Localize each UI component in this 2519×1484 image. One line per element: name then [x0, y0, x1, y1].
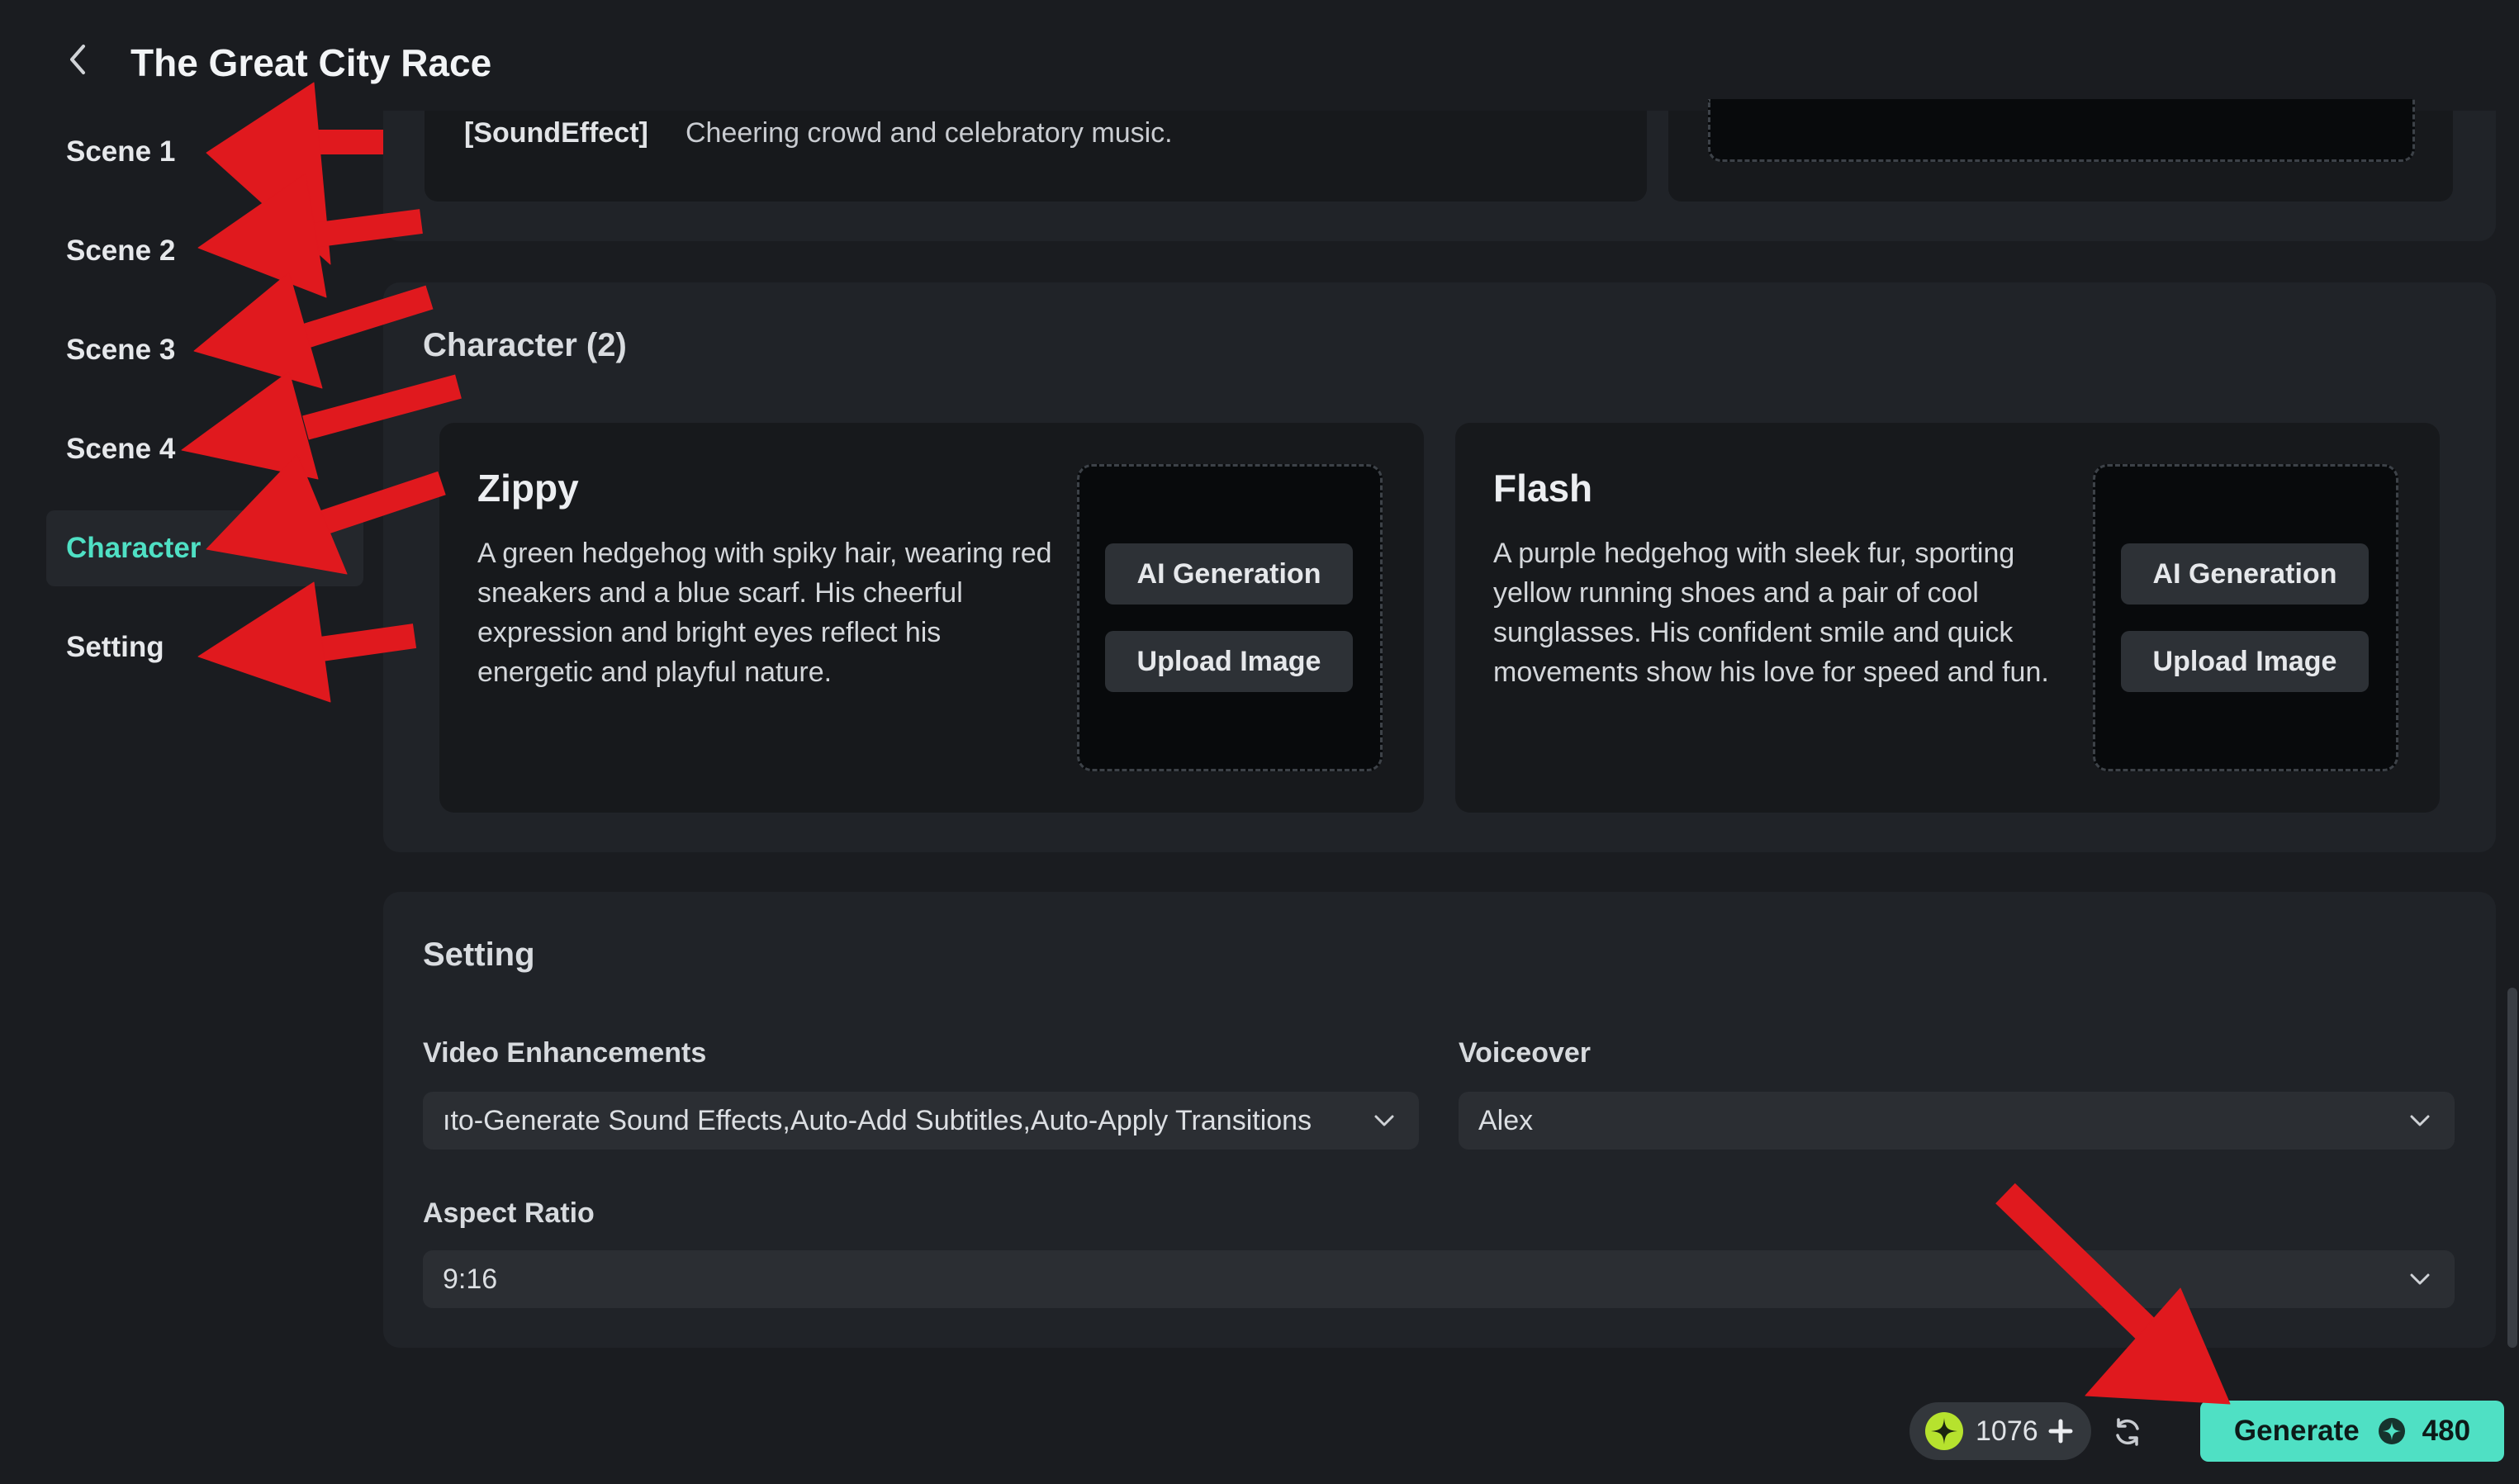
sidebar-item-label: Scene 1	[66, 135, 176, 168]
character-description: A purple hedgehog with sleek fur, sporti…	[1493, 538, 2049, 688]
character-description: A green hedgehog with spiky hair, wearin…	[477, 538, 1052, 688]
chevron-down-icon	[2405, 1264, 2435, 1294]
setting-section-title: Setting	[423, 936, 535, 973]
chevron-down-icon	[1369, 1106, 1399, 1136]
generate-cost: 480	[2422, 1415, 2471, 1447]
sound-effect-text: Cheering crowd and celebratory music.	[685, 117, 1173, 149]
sound-effect-tag: [SoundEffect]	[464, 117, 648, 149]
sidebar-item-scene-1[interactable]: Scene 1	[46, 114, 363, 190]
refresh-button[interactable]	[2109, 1414, 2146, 1450]
scene-image-dropzone[interactable]	[1708, 99, 2415, 162]
scrollbar[interactable]	[2507, 988, 2517, 1348]
sidebar-item-scene-4[interactable]: Scene 4	[46, 411, 363, 487]
sidebar-item-scene-2[interactable]: Scene 2	[46, 213, 363, 289]
sidebar-item-label: Character	[66, 532, 202, 564]
credits-count: 1076	[1976, 1415, 2038, 1447]
video-enhancements-value: ıto-Generate Sound Effects,Auto-Add Subt…	[443, 1104, 1312, 1136]
upload-image-button[interactable]: Upload Image	[2121, 631, 2369, 692]
chevron-down-icon	[2405, 1106, 2435, 1136]
upload-image-button[interactable]: Upload Image	[1105, 631, 1353, 692]
voiceover-label: Voiceover	[1459, 1037, 1592, 1069]
aspect-ratio-label: Aspect Ratio	[423, 1197, 595, 1229]
sidebar-item-scene-3[interactable]: Scene 3	[46, 312, 363, 388]
video-enhancements-select[interactable]: ıto-Generate Sound Effects,Auto-Add Subt…	[423, 1092, 1419, 1150]
ai-generation-button[interactable]: AI Generation	[2121, 543, 2369, 605]
aspect-ratio-value: 9:16	[443, 1263, 498, 1295]
character-name: Flash	[1493, 467, 1593, 510]
aspect-ratio-select[interactable]: 9:16	[423, 1250, 2455, 1308]
voiceover-value: Alex	[1478, 1104, 1534, 1136]
ai-generation-button[interactable]: AI Generation	[1105, 543, 1353, 605]
video-enhancements-label: Video Enhancements	[423, 1037, 707, 1069]
sidebar-item-label: Scene 4	[66, 433, 176, 465]
character-name: Zippy	[477, 467, 579, 510]
sidebar-item-setting[interactable]: Setting	[46, 609, 363, 685]
coin-icon	[2378, 1417, 2406, 1445]
plus-icon[interactable]	[2048, 1419, 2073, 1444]
sidebar-item-character[interactable]: Character	[46, 510, 363, 586]
voiceover-select[interactable]: Alex	[1459, 1092, 2455, 1150]
back-icon	[70, 45, 85, 74]
sidebar-item-label: Setting	[66, 631, 164, 663]
sidebar-item-label: Scene 3	[66, 334, 176, 366]
character-image-dropzone	[1077, 464, 1383, 771]
credit-star-icon	[1924, 1411, 1964, 1451]
refresh-icon	[2116, 1418, 2139, 1446]
page-title: The Great City Race	[130, 41, 492, 84]
sidebar-item-label: Scene 2	[66, 235, 176, 267]
credits-pill[interactable]: 1076	[1909, 1402, 2091, 1460]
generate-label: Generate	[2233, 1415, 2360, 1447]
back-button[interactable]	[59, 41, 96, 78]
generate-button[interactable]: Generate 480	[2200, 1401, 2504, 1462]
character-image-dropzone	[2093, 464, 2398, 771]
character-section-title: Character (2)	[423, 327, 627, 363]
